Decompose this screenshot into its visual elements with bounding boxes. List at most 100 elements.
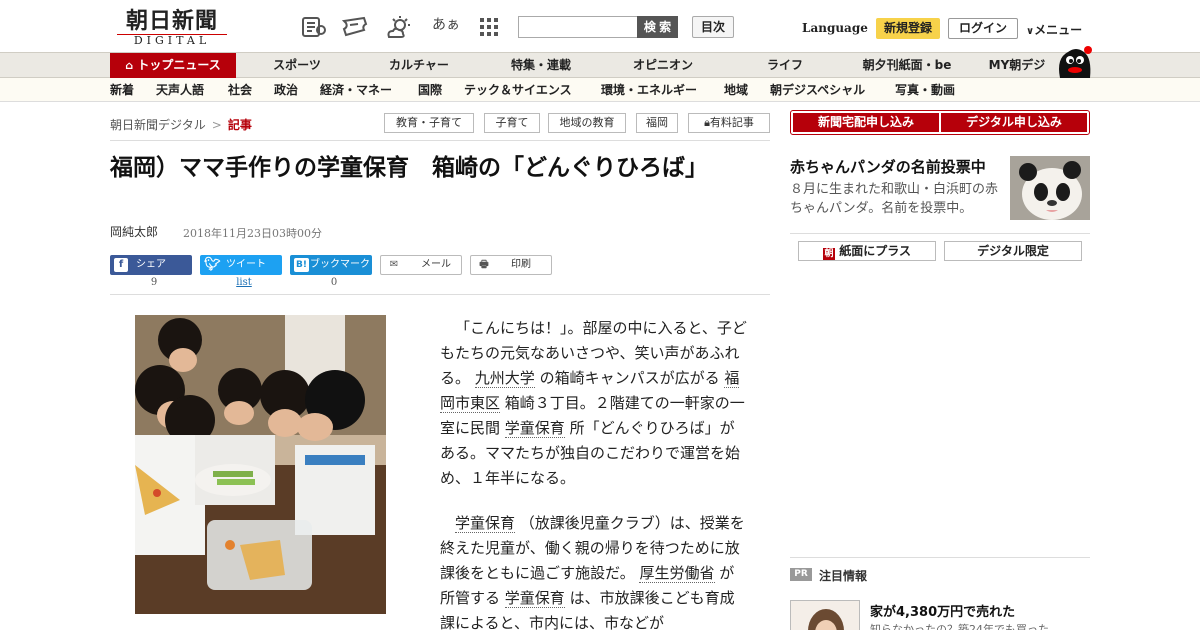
site-logo[interactable]: 朝日新聞 DIGITAL: [117, 9, 227, 47]
mail-icon: ✉: [389, 259, 399, 270]
mail-label: メール: [421, 259, 451, 270]
twitter-tweet-button[interactable]: 🐦︎ ツイート: [200, 255, 282, 275]
breadcrumb-separator: >: [211, 118, 222, 132]
keyword-link-kyushu-university[interactable]: 九州大学: [474, 369, 535, 388]
nav-paper[interactable]: 朝夕刊紙面・be: [852, 53, 962, 78]
grid-menu-icon[interactable]: [479, 17, 505, 41]
pr-section-title: 注目情報: [819, 569, 868, 583]
language-link[interactable]: Language: [802, 21, 868, 35]
hatena-bookmark-label: ブックマーク: [310, 259, 370, 270]
tag-childcare[interactable]: 子育て: [484, 113, 540, 133]
nav-politics[interactable]: 政治: [274, 78, 298, 102]
menu-button[interactable]: ∨メニュー: [1026, 21, 1082, 38]
hatena-bookmark-count: 0: [330, 277, 338, 288]
weather-icon[interactable]: [385, 15, 411, 39]
keyword-link-gakudo[interactable]: 学童保育: [455, 514, 516, 533]
search-button[interactable]: 検 索: [637, 16, 678, 38]
panda-thumbnail[interactable]: [1010, 156, 1090, 220]
print-label: 印刷: [511, 259, 531, 270]
feature-description: ８月に生まれた和歌山・白浜町の赤ちゃんパンダ。名前を投票中。: [790, 182, 999, 216]
mascot-icon[interactable]: [1054, 44, 1094, 78]
twitter-tweet-label: ツイート: [226, 259, 266, 270]
nav-sports[interactable]: スポーツ: [258, 53, 336, 78]
site-header: 朝日新聞 DIGITAL あぁ 検 索 目次 Language 新規登録 ログイ…: [0, 0, 1200, 52]
facebook-share-button[interactable]: f シェア: [110, 255, 192, 275]
twitter-list-link[interactable]: list: [203, 277, 285, 288]
newspaper-delivery-button[interactable]: 新聞宅配申し込み: [793, 113, 939, 132]
paper-plus-label: 紙面にプラス: [839, 244, 911, 258]
pr-subtext: 知らなかったの？築24年でも買った: [870, 623, 1049, 630]
article-author[interactable]: 岡純太郎: [110, 223, 158, 240]
subscription-promo: 新聞宅配申し込み デジタル申し込み: [790, 110, 1090, 135]
register-button[interactable]: 新規登録: [876, 18, 940, 39]
nav-latest[interactable]: 新着: [110, 78, 134, 102]
keyword-link-gakudo[interactable]: 学童保育: [504, 589, 565, 608]
paper-plus-icon: 朝: [823, 248, 836, 260]
divider: [790, 233, 1090, 234]
nav-culture[interactable]: カルチャー: [376, 53, 462, 78]
tag-paid-article-label: 有料記事: [709, 116, 754, 129]
facebook-share-count: 9: [150, 277, 158, 288]
facebook-icon: f: [114, 258, 128, 272]
secondary-nav: 新着 天声人語 社会 政治 経済・マネー 国際 テック＆サイエンス 環境・エネル…: [0, 78, 1200, 102]
tag-education[interactable]: 教育・子育て: [384, 113, 474, 133]
pr-headline[interactable]: 家が4,380万円で売れた: [870, 601, 1015, 620]
login-button[interactable]: ログイン: [948, 18, 1018, 39]
digital-only-button[interactable]: デジタル限定: [944, 241, 1082, 261]
nav-economy[interactable]: 経済・マネー: [320, 78, 392, 102]
ticket-icon[interactable]: [341, 15, 368, 39]
search-input[interactable]: [518, 16, 638, 38]
nav-photo-video[interactable]: 写真・動画: [895, 78, 955, 102]
print-button[interactable]: 🖶︎ 印刷: [470, 255, 552, 275]
primary-nav: ⌂ トップニュース スポーツ カルチャー 特集・連載 オピニオン ライフ 朝夕刊…: [0, 52, 1200, 78]
pr-badge: PR: [790, 568, 812, 581]
facebook-share-label: シェア: [136, 259, 166, 270]
article-photo[interactable]: [135, 315, 386, 614]
divider: [110, 140, 770, 141]
paragraph-text: の箱崎キャンパスが広がる: [539, 369, 720, 387]
nav-special[interactable]: 朝デジスペシャル: [770, 78, 865, 102]
print-icon: 🖶︎: [479, 259, 489, 270]
article-paragraph-2: 学童保育 （放課後児童クラブ）は、授業を終えた児童が、働く親の帰りを待つために放…: [440, 511, 748, 630]
keyword-link-mhlw[interactable]: 厚生労働省: [639, 564, 715, 583]
nav-tech[interactable]: テック＆サイエンス: [464, 78, 572, 102]
nav-environment[interactable]: 環境・エネルギー: [601, 78, 697, 102]
nav-international[interactable]: 国際: [418, 78, 442, 102]
twitter-icon: 🐦︎: [204, 257, 221, 272]
mail-button[interactable]: ✉ メール: [380, 255, 462, 275]
hatena-icon: B!: [294, 258, 309, 272]
article-title: 福岡）ママ手作りの学童保育 箱崎の「どんぐりひろば」: [110, 155, 708, 181]
home-icon: ⌂: [125, 59, 134, 72]
nav-my-asahi[interactable]: MY朝デジ: [982, 53, 1052, 78]
pr-thumbnail[interactable]: [790, 600, 860, 630]
nav-top-news-label: トップニュース: [137, 58, 221, 72]
divider: [110, 294, 770, 295]
nav-region[interactable]: 地域: [724, 78, 748, 102]
index-button[interactable]: 目次: [692, 16, 734, 38]
newspaper-icon[interactable]: [301, 15, 327, 39]
nav-tensei[interactable]: 天声人語: [156, 78, 204, 102]
chevron-down-icon: ∨: [1026, 26, 1035, 37]
breadcrumb-current: 記事: [227, 118, 252, 132]
tag-paid-article[interactable]: 🔒︎有料記事: [688, 113, 770, 133]
nav-top-news[interactable]: ⌂ トップニュース: [110, 53, 236, 78]
nav-features[interactable]: 特集・連載: [500, 53, 582, 78]
nav-opinion[interactable]: オピニオン: [620, 53, 706, 78]
article-date: 2018年11月23日03時00分: [183, 227, 322, 240]
nav-society[interactable]: 社会: [228, 78, 252, 102]
tag-local-education[interactable]: 地域の教育: [548, 113, 626, 133]
menu-label: メニュー: [1034, 23, 1083, 37]
breadcrumb-home[interactable]: 朝日新聞デジタル: [110, 118, 206, 132]
logo-sub-text: DIGITAL: [117, 34, 227, 47]
font-size-icon[interactable]: あぁ: [432, 14, 462, 38]
divider: [790, 557, 1090, 558]
breadcrumb: 朝日新聞デジタル > 記事: [110, 116, 252, 133]
hatena-bookmark-button[interactable]: B! ブックマーク: [290, 255, 372, 275]
digital-subscribe-button[interactable]: デジタル申し込み: [941, 113, 1087, 132]
keyword-link-gakudo[interactable]: 学童保育: [504, 419, 565, 438]
tag-fukuoka[interactable]: 福岡: [636, 113, 678, 133]
feature-title[interactable]: 赤ちゃんパンダの名前投票中: [790, 156, 986, 177]
logo-main-text: 朝日新聞: [125, 8, 218, 34]
paper-plus-button[interactable]: 朝 紙面にプラス: [798, 241, 936, 261]
nav-life[interactable]: ライフ: [750, 53, 820, 78]
